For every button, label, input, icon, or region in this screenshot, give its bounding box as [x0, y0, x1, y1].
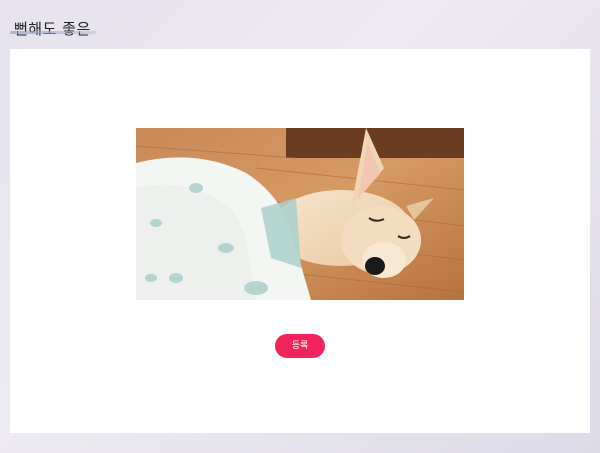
title-underline — [10, 31, 96, 34]
content-card: 등록 — [10, 49, 590, 433]
page-title: 뻔해도 좋은 — [14, 20, 91, 38]
dog-photo — [136, 128, 464, 300]
register-button[interactable]: 등록 — [275, 334, 325, 358]
